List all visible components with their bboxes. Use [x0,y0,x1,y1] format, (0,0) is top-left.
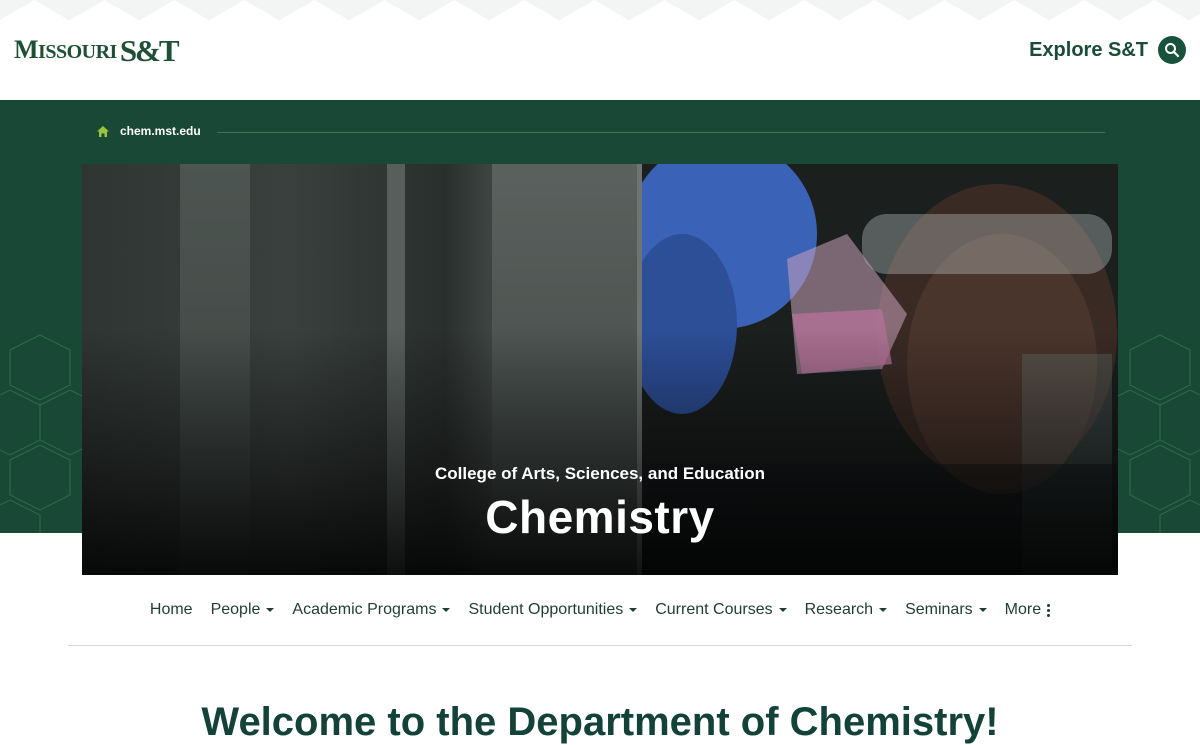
explore-st-button[interactable]: Explore S&T [1029,35,1186,65]
nav-item-home[interactable]: Home [141,601,202,619]
chevron-down-icon [978,608,987,612]
chevron-down-icon [442,608,451,612]
nav-item-seminars[interactable]: Seminars [896,601,996,619]
logo-mark: S&T [119,33,180,68]
nav-item-people[interactable]: People [202,601,284,619]
nav-item-research[interactable]: Research [796,601,896,619]
nav-item-academic-programs[interactable]: Academic Programs [283,601,459,619]
site-header: MISSOURI S&T Explore S&T [0,0,1200,100]
chevron-down-icon [629,608,638,612]
breadcrumb-link-chem[interactable]: chem.mst.edu [120,124,201,138]
chevron-down-icon [778,608,787,612]
explore-label: Explore S&T [1029,38,1148,61]
nav-divider [68,645,1132,646]
more-vertical-icon [1047,603,1051,617]
nav-item-current-courses[interactable]: Current Courses [646,601,795,619]
hero-banner: College of Arts, Sciences, and Education… [82,164,1118,575]
logo-wordmark: MISSOURI [14,35,117,64]
hex-pattern-right [1110,334,1200,533]
chevron-down-icon [879,608,888,612]
breadcrumb: chem.mst.edu [96,124,201,138]
missouri-st-logo[interactable]: MISSOURI S&T [14,33,180,68]
home-icon[interactable] [96,125,110,138]
nav-item-student-opportunities[interactable]: Student Opportunities [459,601,646,619]
search-icon[interactable] [1158,36,1186,64]
hero-subtitle: College of Arts, Sciences, and Education [435,464,765,483]
nav-item-more[interactable]: More [996,601,1059,619]
hex-pattern-left [0,334,90,533]
chevron-down-icon [266,608,275,612]
welcome-heading: Welcome to the Department of Chemistry! [201,700,999,744]
breadcrumb-divider [217,132,1105,133]
search-icon-glyph [1165,43,1180,58]
hero-title: Chemistry [485,491,715,543]
department-nav: Home People Academic Programs Student Op… [68,590,1132,630]
